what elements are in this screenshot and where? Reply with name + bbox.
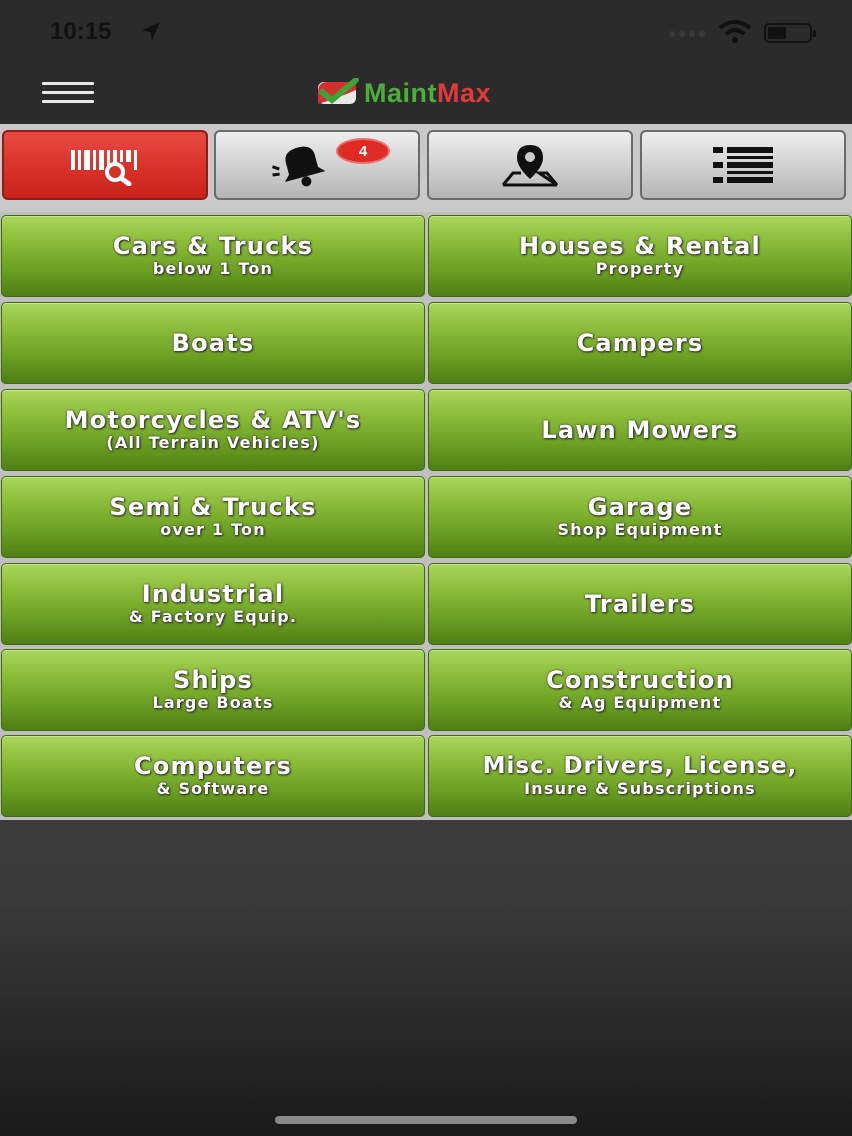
list-icon bbox=[713, 147, 773, 183]
category-garage[interactable]: Garage Shop Equipment bbox=[428, 476, 852, 558]
app-name: MaintMax bbox=[364, 77, 492, 108]
category-campers[interactable]: Campers bbox=[428, 302, 852, 384]
wifi-icon bbox=[718, 20, 752, 43]
category-cars-trucks[interactable]: Cars & Trucks below 1 Ton bbox=[1, 215, 425, 297]
app-header: MaintMax bbox=[0, 62, 852, 124]
cellular-signal-icon bbox=[669, 31, 705, 37]
tab-notifications[interactable]: 4 bbox=[214, 130, 420, 200]
location-arrow-icon bbox=[142, 22, 160, 40]
category-ships[interactable]: Ships Large Boats bbox=[1, 649, 425, 731]
category-computers[interactable]: Computers & Software bbox=[1, 735, 425, 817]
bell-icon bbox=[271, 146, 326, 187]
tab-scan-search[interactable] bbox=[2, 130, 208, 200]
status-bar: 10:15 bbox=[0, 0, 852, 62]
toolbar-tabs: 4 bbox=[0, 124, 852, 212]
app-logo: MaintMax bbox=[316, 76, 491, 110]
category-industrial[interactable]: Industrial & Factory Equip. bbox=[1, 563, 425, 645]
tab-list[interactable] bbox=[640, 130, 846, 200]
category-motorcycles-atvs[interactable]: Motorcycles & ATV's (All Terrain Vehicle… bbox=[1, 389, 425, 471]
map-pin-icon bbox=[501, 145, 559, 187]
hamburger-menu-icon[interactable] bbox=[42, 82, 94, 104]
tab-location[interactable] bbox=[427, 130, 633, 200]
category-houses-rental[interactable]: Houses & Rental Property bbox=[428, 215, 852, 297]
barcode-search-icon bbox=[71, 150, 137, 186]
category-boats[interactable]: Boats bbox=[1, 302, 425, 384]
battery-icon bbox=[764, 23, 816, 43]
category-trailers[interactable]: Trailers bbox=[428, 563, 852, 645]
checkmark-logo-icon bbox=[318, 78, 359, 104]
home-indicator[interactable] bbox=[275, 1116, 577, 1124]
category-semi-trucks[interactable]: Semi & Trucks over 1 Ton bbox=[1, 476, 425, 558]
category-construction[interactable]: Construction & Ag Equipment bbox=[428, 649, 852, 731]
category-lawn-mowers[interactable]: Lawn Mowers bbox=[428, 389, 852, 471]
category-misc[interactable]: Misc. Drivers, License, Insure & Subscri… bbox=[428, 735, 852, 817]
category-grid: Cars & Trucks below 1 Ton Houses & Renta… bbox=[0, 212, 852, 820]
status-time: 10:15 bbox=[50, 18, 112, 45]
notification-badge: 4 bbox=[336, 138, 390, 164]
